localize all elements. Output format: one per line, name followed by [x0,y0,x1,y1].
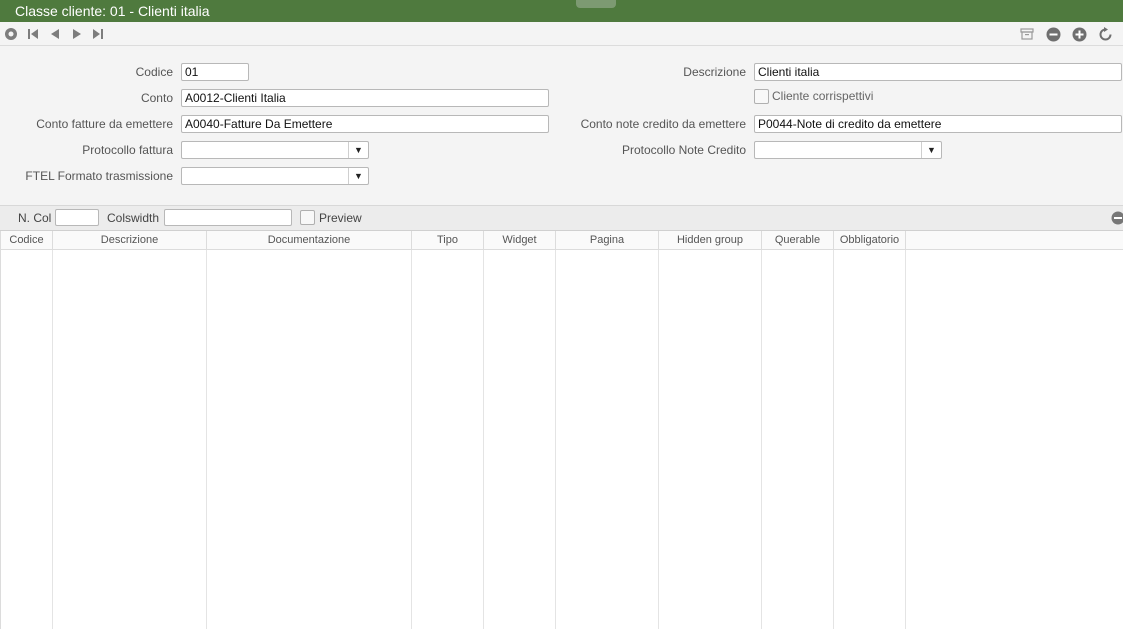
conto-input[interactable]: A0012-Clienti Italia [181,89,549,107]
record-toolbar [0,22,1123,46]
chevron-down-icon[interactable]: ▼ [348,142,368,158]
archive-icon[interactable] [1018,25,1036,43]
next-record-icon[interactable] [68,25,86,43]
column-divider [52,250,53,629]
protocollo-fattura-label: Protocollo fattura [82,143,173,157]
cliente-corrispettivi-checkbox[interactable] [754,89,769,104]
descrizione-label: Descrizione [683,65,746,79]
column-header-codice[interactable]: Codice [1,231,53,250]
ftel-formato-select[interactable]: ▼ [181,167,369,185]
conto-note-credito-label: Conto note credito da emettere [580,117,746,131]
codice-label: Codice [135,65,173,79]
column-divider [555,250,556,629]
ftel-formato-label: FTEL Formato trasmissione [25,169,173,183]
conto-fatture-label: Conto fatture da emettere [36,117,173,131]
column-header-tipo[interactable]: Tipo [412,231,484,250]
codice-input[interactable]: 01 [181,63,249,81]
conto-label: Conto [140,91,173,105]
home-circle-icon[interactable] [2,25,20,43]
last-record-icon[interactable] [89,25,107,43]
column-header-documentazione[interactable]: Documentazione [207,231,412,250]
conto-note-credito-input[interactable]: P0044-Note di credito da emettere [754,115,1122,133]
conto-fatture-input[interactable]: A0040-Fatture Da Emettere [181,115,549,133]
column-divider [411,250,412,629]
preview-label: Preview [319,211,362,225]
protocollo-fattura-select[interactable]: ▼ [181,141,369,159]
column-header-querable[interactable]: Querable [762,231,834,250]
colswidth-label: Colswidth [107,211,160,225]
descrizione-input[interactable]: Clienti italia [754,63,1122,81]
protocollo-note-credito-label: Protocollo Note Credito [621,143,746,157]
grid-toolbar: N. Col Colswidth Preview [0,205,1123,231]
preview-checkbox[interactable] [300,210,315,225]
colswidth-input[interactable] [164,209,292,226]
window-titlebar: Classe cliente: 01 - Clienti italia [0,0,1123,22]
drag-handle[interactable] [576,0,616,8]
column-divider [206,250,207,629]
previous-record-icon[interactable] [46,25,64,43]
cliente-corrispettivi-label: Cliente corrispettivi [772,89,874,103]
column-divider [483,250,484,629]
chevron-down-icon[interactable]: ▼ [921,142,941,158]
column-divider [905,250,906,629]
column-header-hidden-group[interactable]: Hidden group [659,231,762,250]
column-divider [761,250,762,629]
column-header-obbligatorio[interactable]: Obbligatorio [834,231,906,250]
grid-header: Codice Descrizione Documentazione Tipo W… [1,231,1123,250]
remove-icon[interactable] [1044,25,1062,43]
window-title: Classe cliente: 01 - Clienti italia [15,3,210,19]
fields-grid: Codice Descrizione Documentazione Tipo W… [0,231,1123,629]
column-header-widget[interactable]: Widget [484,231,556,250]
column-header-pagina[interactable]: Pagina [556,231,659,250]
protocollo-note-credito-select[interactable]: ▼ [754,141,942,159]
column-header-descrizione[interactable]: Descrizione [53,231,207,250]
ncol-label: N. Col [18,211,52,225]
refresh-icon[interactable] [1096,25,1114,43]
first-record-icon[interactable] [24,25,42,43]
ncol-input[interactable] [55,209,99,226]
add-icon[interactable] [1070,25,1088,43]
chevron-down-icon[interactable]: ▼ [348,168,368,184]
remove-icon[interactable] [1111,211,1123,225]
record-form: Codice 01 Descrizione Clienti italia Con… [0,46,1123,205]
column-divider [833,250,834,629]
column-divider [658,250,659,629]
